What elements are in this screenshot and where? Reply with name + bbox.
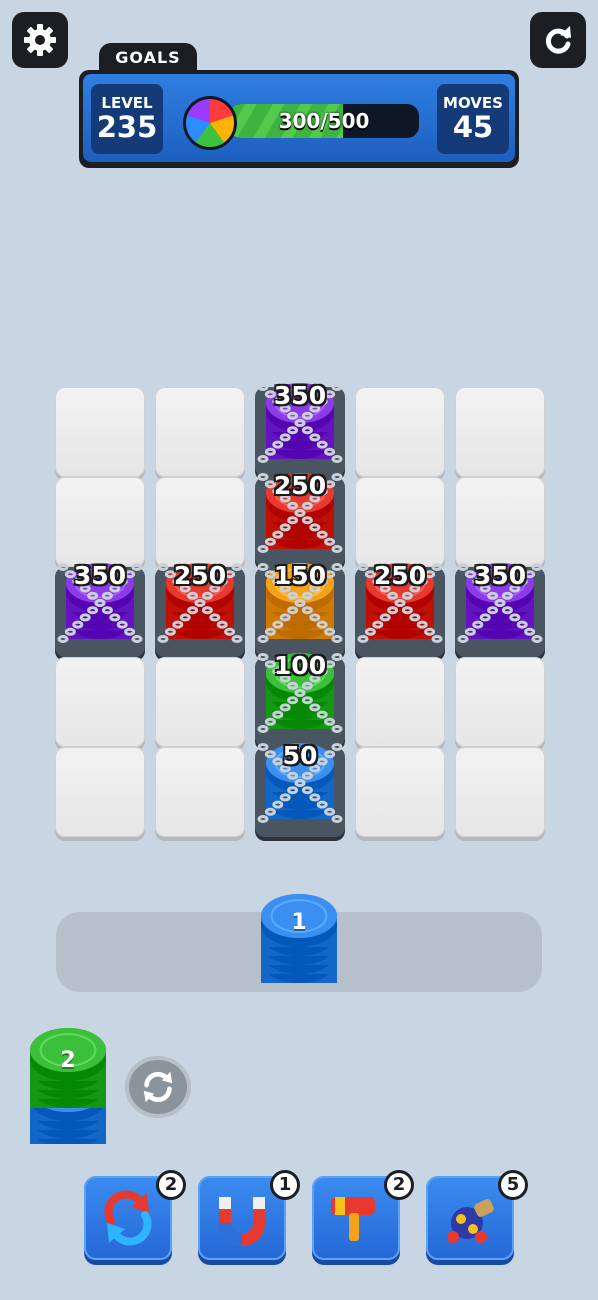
hammer-icon (331, 1197, 375, 1241)
board-cell-chip[interactable]: 150 (255, 561, 345, 657)
cannon-icon (447, 1199, 494, 1243)
board-cell-empty[interactable] (155, 747, 245, 837)
magnet-count-badge: 1 (270, 1170, 300, 1200)
board-cell-empty[interactable] (355, 477, 445, 567)
chip-stack-red: 250 (157, 559, 243, 645)
chip-stack-orange: 150 (257, 559, 343, 645)
board-cell-chip[interactable]: 100 (255, 651, 345, 747)
chip-value: 250 (273, 471, 327, 500)
board-cell-empty[interactable] (55, 387, 145, 477)
swap-button[interactable] (125, 1056, 191, 1118)
chip-stack-purple: 350 (457, 559, 543, 645)
board-cell-empty[interactable] (55, 747, 145, 837)
magnet-icon (219, 1197, 265, 1246)
chip-stack-purple: 350 (57, 559, 143, 645)
chip-stack-red: 250 (357, 559, 443, 645)
cannon-count-badge: 5 (498, 1170, 528, 1200)
board-cell-empty[interactable] (355, 657, 445, 747)
board-cell-empty[interactable] (455, 657, 545, 747)
board-cell-empty[interactable] (55, 477, 145, 567)
chip-value: 350 (273, 381, 327, 410)
chip-stack-red: 250 (257, 469, 343, 555)
shuffle-icon (104, 1190, 152, 1246)
cannon-booster-button[interactable]: 5 (426, 1170, 528, 1260)
board-cell-empty[interactable] (455, 387, 545, 477)
board-cell-empty[interactable] (155, 387, 245, 477)
board-cell-empty[interactable] (455, 747, 545, 837)
chip-stack-blue: 50 (257, 739, 343, 825)
board-cell-chip[interactable]: 350 (55, 561, 145, 657)
board-cell-empty[interactable] (455, 477, 545, 567)
chip-value: 250 (173, 561, 227, 590)
next-chip-stack[interactable]: 2 (28, 1026, 108, 1148)
board-cell-empty[interactable] (155, 657, 245, 747)
chip-value: 150 (273, 561, 327, 590)
magnet-booster-button[interactable]: 1 (198, 1170, 300, 1260)
board-cell-chip[interactable]: 250 (255, 471, 345, 567)
chip-value: 250 (373, 561, 427, 590)
chip-stack-purple: 350 (257, 379, 343, 465)
chip-value: 100 (273, 651, 327, 680)
board-cell-empty[interactable] (55, 657, 145, 747)
chip-value: 50 (282, 741, 318, 770)
board-cell-empty[interactable] (155, 477, 245, 567)
chip-value: 350 (473, 561, 527, 590)
board-cell-chip[interactable]: 50 (255, 741, 345, 837)
shuffle-booster-button[interactable]: 2 (84, 1170, 186, 1260)
chip-stack-green: 100 (257, 649, 343, 735)
tray-chip-value: 1 (291, 910, 307, 935)
chip-value: 350 (73, 561, 127, 590)
swap-icon (143, 1071, 173, 1103)
board-cell-empty[interactable] (355, 387, 445, 477)
next-chip-value: 2 (60, 1048, 76, 1073)
shuffle-count-badge: 2 (156, 1170, 186, 1200)
game-board: 350 250 350 250 150 250 350 100 50 (0, 0, 598, 900)
board-cell-chip[interactable]: 250 (155, 561, 245, 657)
board-cell-chip[interactable]: 250 (355, 561, 445, 657)
tray-chip-stack[interactable]: 1 (258, 892, 340, 988)
hammer-booster-button[interactable]: 2 (312, 1170, 414, 1260)
board-cell-empty[interactable] (355, 747, 445, 837)
hammer-count-badge: 2 (384, 1170, 414, 1200)
board-cell-chip[interactable]: 350 (455, 561, 545, 657)
board-cell-chip[interactable]: 350 (255, 381, 345, 477)
